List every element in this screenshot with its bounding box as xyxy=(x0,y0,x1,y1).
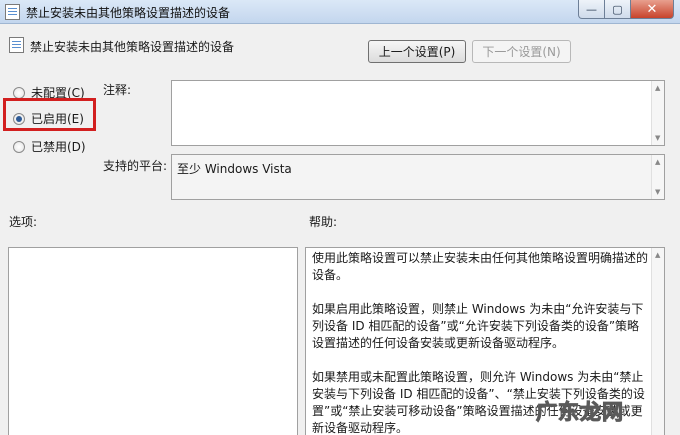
previous-setting-button[interactable]: 上一个设置(P) xyxy=(368,40,466,63)
platform-field: 至少 Windows Vista ▲ ▼ xyxy=(171,154,665,200)
policy-setting-icon xyxy=(9,37,24,53)
comment-scrollbar[interactable]: ▲ ▼ xyxy=(651,81,664,145)
next-setting-button[interactable]: 下一个设置(N) xyxy=(472,40,571,63)
maximize-button[interactable]: ▢ xyxy=(605,0,631,19)
policy-icon xyxy=(5,4,20,20)
highlight-annotation xyxy=(3,98,96,131)
title-bar: 禁止安装未由其他策略设置描述的设备 — ▢ ✕ xyxy=(0,0,680,24)
window-title: 禁止安装未由其他策略设置描述的设备 xyxy=(26,6,231,20)
scroll-up-icon[interactable]: ▲ xyxy=(655,84,660,92)
options-label: 选项: xyxy=(9,215,38,229)
platform-value: 至少 Windows Vista xyxy=(177,162,292,176)
radio-button[interactable] xyxy=(13,140,25,153)
help-paragraph: 使用此策略设置可以禁止安装未由任何其他策略设置明确描述的设备。 xyxy=(312,251,649,282)
policy-title: 禁止安装未由其他策略设置描述的设备 xyxy=(30,40,235,54)
platform-label: 支持的平台: xyxy=(103,159,168,173)
help-paragraph: 如果启用此策略设置，则禁止 Windows 为未由“允许安装与下列设备 ID 相… xyxy=(312,302,644,350)
help-label: 帮助: xyxy=(309,215,338,229)
minimize-button[interactable]: — xyxy=(578,0,605,19)
platform-scrollbar[interactable]: ▲ ▼ xyxy=(651,155,664,199)
window-controls: — ▢ ✕ xyxy=(578,0,674,19)
scroll-up-icon[interactable]: ▲ xyxy=(655,251,660,259)
radio-label: 已禁用(D) xyxy=(31,140,86,154)
radio-disabled[interactable]: 已禁用(D) xyxy=(13,138,86,155)
close-button[interactable]: ✕ xyxy=(631,0,674,19)
scroll-up-icon[interactable]: ▲ xyxy=(655,158,660,166)
comment-label: 注释: xyxy=(103,83,132,97)
scroll-down-icon[interactable]: ▼ xyxy=(655,134,660,142)
scroll-down-icon[interactable]: ▼ xyxy=(655,188,660,196)
comment-textarea[interactable]: ▲ ▼ xyxy=(171,80,665,146)
options-pane xyxy=(8,247,298,435)
watermark-logo: 广东龙网 xyxy=(536,400,624,425)
radio-button[interactable] xyxy=(13,86,25,99)
